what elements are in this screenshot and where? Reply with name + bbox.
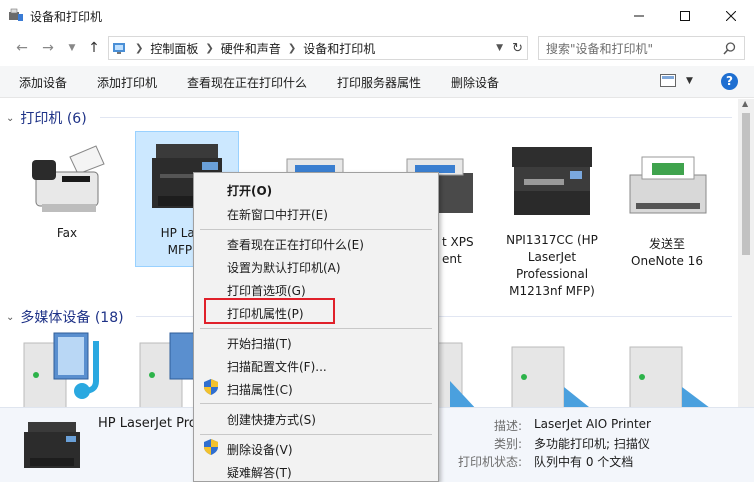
- group-divider: [100, 117, 732, 118]
- address-bar[interactable]: ❯ 控制面板 ❯ 硬件和声音 ❯ 设备和打印机 ▼ ↻: [108, 36, 528, 60]
- media-device-1[interactable]: [22, 331, 114, 407]
- group-header-label: 打印机 (6): [20, 111, 87, 127]
- title-bar: 设备和打印机: [0, 0, 754, 32]
- menu-item-open-new-window[interactable]: 在新窗口中打开(E): [227, 206, 328, 223]
- device-label: 发送至: [648, 237, 685, 251]
- breadcrumb-devices-printers[interactable]: 设备和打印机: [303, 40, 375, 57]
- device-npi1317cc[interactable]: NPI1317CC (HP LaserJet Professional M121…: [496, 139, 608, 300]
- uac-shield-icon: [204, 379, 218, 395]
- menu-item-see-whats-printing[interactable]: 查看现在正在打印什么(E): [227, 236, 364, 253]
- add-device-button[interactable]: 添加设备: [19, 74, 67, 91]
- menu-item-remove-device[interactable]: 删除设备(V): [227, 441, 293, 458]
- breadcrumb-control-panel[interactable]: 控制面板: [150, 40, 198, 57]
- details-label-printer-status: 打印机状态:: [457, 455, 522, 469]
- maximize-icon: [680, 11, 690, 21]
- chevron-right-icon: ❯: [205, 42, 214, 54]
- group-header-media[interactable]: ⌄ 多媒体设备 (18): [6, 307, 124, 327]
- scroll-up-icon[interactable]: ▲: [742, 99, 748, 108]
- minimize-icon: [634, 15, 644, 17]
- search-icon: [723, 42, 736, 55]
- media-device-2[interactable]: [138, 331, 198, 407]
- menu-separator: [200, 229, 432, 230]
- menu-item-printer-properties[interactable]: 打印机属性(P): [227, 305, 304, 322]
- media-server-icon: [511, 346, 589, 407]
- menu-separator: [200, 328, 432, 329]
- minimize-button[interactable]: [616, 0, 662, 32]
- chevron-down-icon: ▼: [686, 75, 693, 86]
- multifunction-printer-icon: [24, 422, 80, 468]
- view-icon: [660, 74, 676, 87]
- device-label-line3: Professional: [515, 267, 589, 281]
- device-label-line4: M1213nf MFP): [509, 284, 595, 298]
- chevron-right-icon: ❯: [287, 42, 297, 54]
- chevron-down-icon: ⌄: [6, 112, 15, 124]
- media-server-icon: [629, 346, 709, 407]
- device-onenote[interactable]: 发送至 OneNote 16: [615, 151, 719, 270]
- chevron-right-icon: ❯: [135, 42, 144, 54]
- menu-separator: [200, 403, 432, 404]
- breadcrumb-hardware-sound[interactable]: 硬件和声音: [221, 40, 281, 57]
- help-icon[interactable]: ?: [721, 73, 738, 90]
- device-label-line2: OneNote 16: [631, 254, 703, 268]
- details-label-description: 描述:: [493, 419, 522, 433]
- details-value-description: LaserJet AIO Printer: [534, 417, 651, 431]
- maximize-button[interactable]: [662, 0, 708, 32]
- vertical-scrollbar[interactable]: ▲: [738, 99, 754, 407]
- details-value-printer-status: 队列中有 0 个文档: [534, 455, 634, 469]
- search-input[interactable]: 搜索"设备和打印机": [538, 36, 745, 60]
- uac-shield-icon: [204, 439, 218, 455]
- group-header-printers[interactable]: ⌄ 打印机 (6): [6, 108, 87, 128]
- device-label-line2: LaserJet: [527, 250, 577, 264]
- see-whats-printing-button[interactable]: 查看现在正在打印什么: [187, 74, 307, 91]
- devices-printers-app-icon: [9, 8, 23, 21]
- details-value-category: 多功能打印机; 扫描仪: [534, 437, 650, 451]
- print-server-properties-button[interactable]: 打印服务器属性: [337, 74, 421, 91]
- context-menu: 打开(O) 在新窗口中打开(E) 查看现在正在打印什么(E) 设置为默认打印机(…: [193, 172, 439, 482]
- laser-mfp-icon: [512, 147, 592, 215]
- view-options-button[interactable]: ▼: [660, 74, 693, 87]
- close-button[interactable]: [708, 0, 754, 32]
- chevron-down-icon: ▼: [68, 43, 76, 53]
- menu-item-printing-preferences[interactable]: 打印首选项(G): [227, 282, 306, 299]
- search-placeholder: 搜索"设备和打印机": [546, 41, 654, 56]
- menu-item-troubleshoot[interactable]: 疑难解答(T): [227, 464, 292, 481]
- chevron-down-icon: ⌄: [6, 311, 15, 323]
- add-printer-button[interactable]: 添加打印机: [97, 74, 157, 91]
- close-icon: [726, 11, 736, 21]
- arrow-right-icon: →: [42, 40, 54, 56]
- arrow-up-icon: ↑: [88, 40, 100, 56]
- menu-item-scan-properties[interactable]: 扫描属性(C): [227, 381, 293, 398]
- menu-item-start-scan[interactable]: 开始扫描(T): [227, 335, 292, 352]
- device-fax[interactable]: Fax: [15, 132, 119, 242]
- arrow-left-icon: ←: [16, 40, 28, 56]
- details-label-category: 类别:: [493, 437, 522, 451]
- menu-separator: [200, 434, 432, 435]
- device-label: NPI1317CC (HP: [506, 233, 598, 247]
- forward-button[interactable]: →: [38, 38, 58, 58]
- media-server-icon: [139, 332, 197, 407]
- scrollbar-thumb[interactable]: [742, 113, 750, 255]
- printer-icon: [629, 156, 707, 214]
- media-device-5[interactable]: [626, 331, 718, 407]
- device-label: Fax: [56, 226, 78, 240]
- fax-icon: [32, 145, 105, 212]
- details-device-name: HP LaserJet Pro: [98, 416, 197, 431]
- media-server-icon: [23, 332, 99, 407]
- command-toolbar: 添加设备 添加打印机 查看现在正在打印什么 打印服务器属性 删除设备 ▼ ?: [0, 66, 754, 98]
- media-device-4[interactable]: [508, 331, 598, 407]
- refresh-icon[interactable]: ↻: [512, 41, 523, 56]
- control-panel-icon: [113, 43, 125, 54]
- menu-item-set-default-printer[interactable]: 设置为默认打印机(A): [227, 259, 341, 276]
- window-title: 设备和打印机: [30, 10, 103, 24]
- remove-device-button[interactable]: 删除设备: [451, 74, 499, 91]
- back-button[interactable]: ←: [12, 38, 32, 58]
- address-dropdown-icon[interactable]: ▼: [496, 43, 503, 53]
- recent-locations-button[interactable]: ▼: [62, 38, 82, 58]
- navigation-bar: ← → ▼ ↑ ❯ 控制面板 ❯ 硬件和声音 ❯ 设备和打印机 ▼ ↻ 搜索"设…: [0, 32, 754, 64]
- menu-item-create-shortcut[interactable]: 创建快捷方式(S): [227, 411, 316, 428]
- up-button[interactable]: ↑: [84, 38, 104, 58]
- menu-item-scan-profiles[interactable]: 扫描配置文件(F)...: [227, 358, 327, 375]
- group-header-label: 多媒体设备 (18): [20, 310, 124, 326]
- menu-item-open[interactable]: 打开(O): [227, 182, 272, 199]
